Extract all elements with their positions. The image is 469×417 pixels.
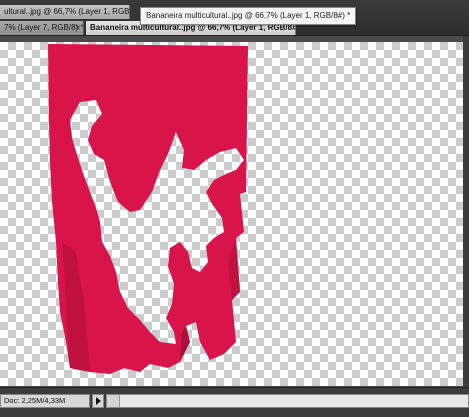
tab-label: ultural..jpg @ 66,7% (Layer 1, RGB/8#) — [4, 7, 130, 16]
tab-label: 7% (Layer 7, RGB/8) * — [4, 23, 84, 32]
artwork-layer — [48, 44, 248, 374]
scroll-left-button[interactable] — [107, 395, 120, 407]
tab-document-1[interactable]: ultural..jpg @ 66,7% (Layer 1, RGB/8#) — [0, 5, 130, 19]
tab-tooltip: Bananeira multicultural..jpg @ 66,7% (La… — [140, 7, 357, 25]
photoshop-window: ultural..jpg @ 66,7% (Layer 1, RGB/8#) 7… — [0, 0, 469, 417]
status-menu-arrow[interactable] — [92, 394, 104, 408]
vertical-scrollbar[interactable] — [463, 36, 469, 387]
status-bar: Doc: 2,25M/4,33M — [0, 387, 469, 417]
doc-size-info[interactable]: Doc: 2,25M/4,33M — [0, 394, 90, 408]
triangle-right-icon — [96, 397, 101, 405]
horizontal-scrollbar[interactable] — [106, 394, 469, 408]
document-canvas-area[interactable] — [0, 36, 469, 387]
transparency-checkerboard — [0, 42, 463, 386]
close-icon[interactable]: × — [75, 21, 80, 35]
tab-document-2[interactable]: 7% (Layer 7, RGB/8) * × — [0, 21, 84, 35]
